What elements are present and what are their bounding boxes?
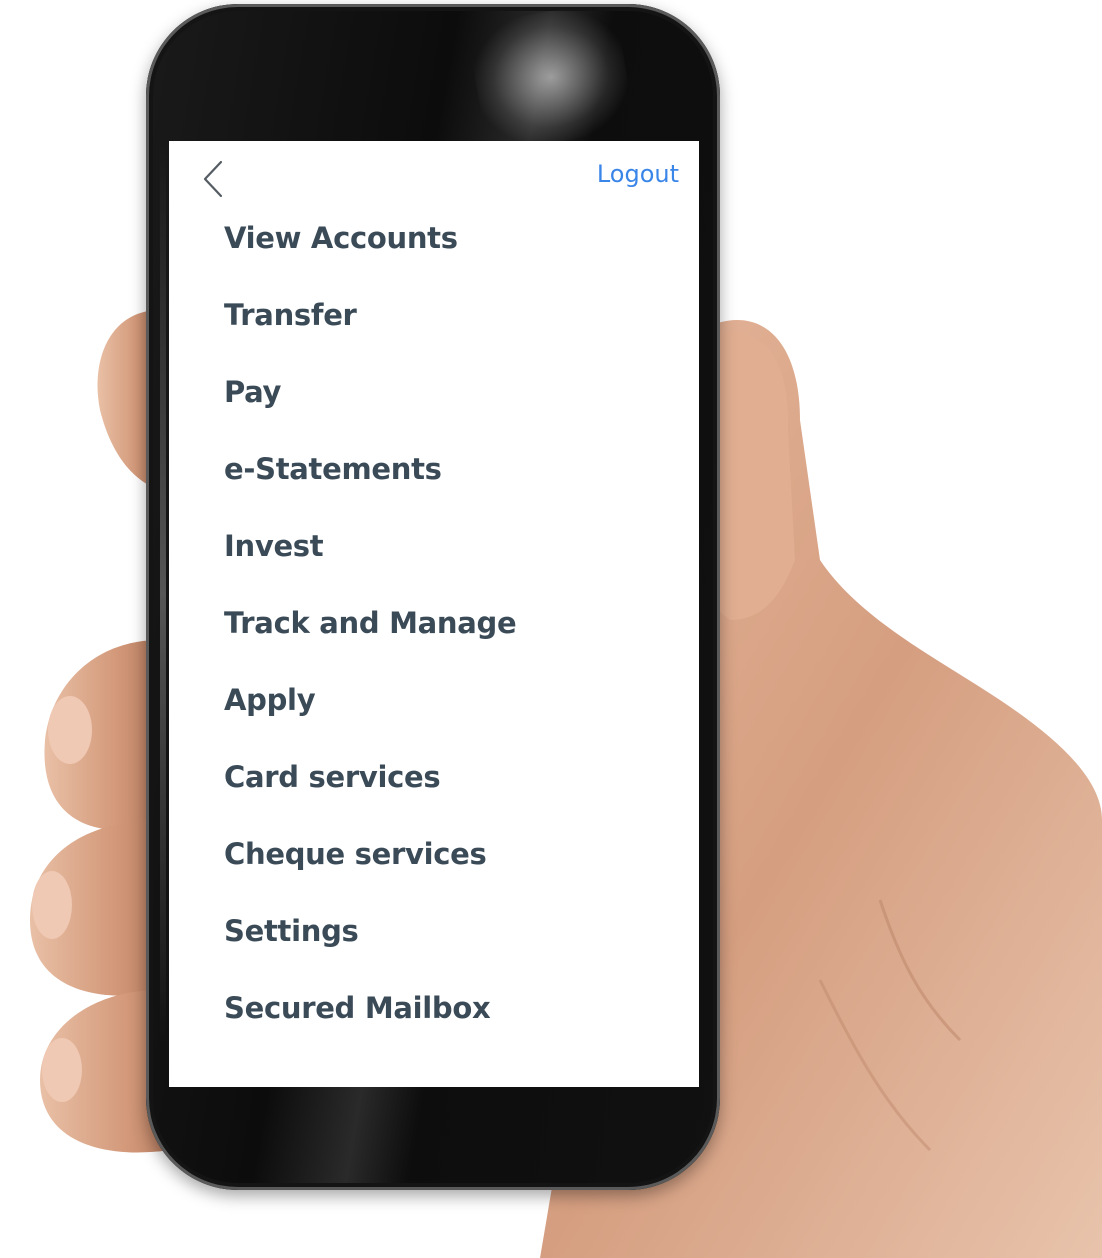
logout-link[interactable]: Logout xyxy=(597,160,679,188)
menu-item-track-and-manage[interactable]: Track and Manage xyxy=(224,600,517,677)
menu-item-apply[interactable]: Apply xyxy=(224,677,516,754)
phone-screen: Logout View Accounts Transfer Pay e-Stat… xyxy=(169,141,699,1087)
back-button[interactable] xyxy=(199,159,229,199)
menu-item-card-services[interactable]: Card services xyxy=(224,754,516,831)
menu-item-e-statements[interactable]: e-Statements xyxy=(224,446,516,523)
menu-item-secured-mailbox[interactable]: Secured Mailbox xyxy=(224,985,516,1062)
phone-glare xyxy=(465,0,637,155)
menu-item-view-accounts[interactable]: View Accounts xyxy=(224,215,516,292)
menu-item-pay[interactable]: Pay xyxy=(224,369,516,446)
menu-item-cheque-services[interactable]: Cheque services xyxy=(224,831,516,908)
phone-edge-glare xyxy=(160,144,166,1044)
photo-scene: Logout View Accounts Transfer Pay e-Stat… xyxy=(0,0,1102,1258)
menu-item-settings[interactable]: Settings xyxy=(224,908,516,985)
menu-item-transfer[interactable]: Transfer xyxy=(224,292,516,369)
chevron-left-icon xyxy=(203,160,223,198)
main-menu: View Accounts Transfer Pay e-Statements … xyxy=(224,215,517,1062)
menu-item-invest[interactable]: Invest xyxy=(224,523,516,600)
